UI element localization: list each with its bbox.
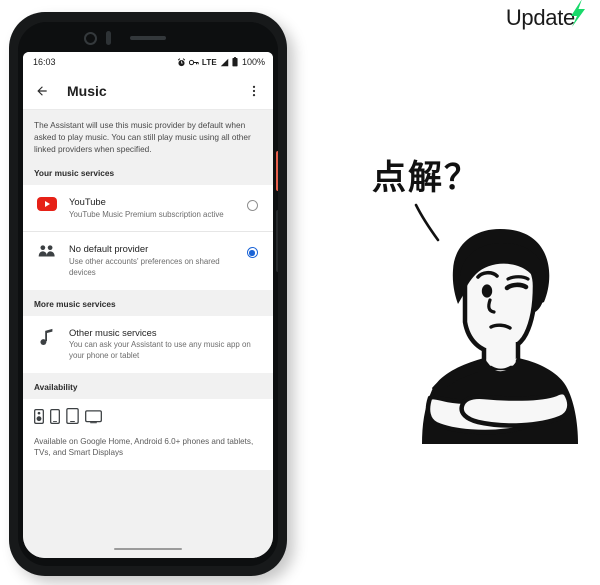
list-item-title: Other music services xyxy=(69,326,157,338)
app-toolbar: Music xyxy=(23,72,273,110)
more-music-services-card: Other music services You can ask your As… xyxy=(23,315,273,373)
list-item-no-default-provider[interactable]: No default provider Use other accounts' … xyxy=(23,232,273,290)
list-item-text: No default provider Use other accounts' … xyxy=(60,243,242,278)
people-group-icon xyxy=(34,243,60,258)
list-item-subtitle: YouTube Music Premium subscription activ… xyxy=(69,209,224,219)
youtube-icon xyxy=(34,196,60,212)
lightning-bolt-icon xyxy=(566,0,588,33)
phone-bezel: 16:03 LTE 100% Music The Assistant will … xyxy=(18,22,278,566)
description-block: The Assistant will use this music provid… xyxy=(23,110,273,160)
volume-rocker-button[interactable] xyxy=(276,210,278,272)
earpiece-speaker-icon xyxy=(130,36,166,40)
status-clock: 16:03 xyxy=(33,57,56,67)
radio-no-default-provider[interactable] xyxy=(242,243,262,259)
your-music-services-card: YouTube YouTube Music Premium subscripti… xyxy=(23,185,273,290)
alarm-icon xyxy=(177,57,186,67)
list-item-title: YouTube xyxy=(69,196,106,208)
phone-top-hardware xyxy=(18,22,278,52)
phone-device-mockup: 16:03 LTE 100% Music The Assistant will … xyxy=(9,12,287,576)
availability-text: Available on Google Home, Android 6.0+ p… xyxy=(34,436,254,458)
screenshot-root: Update 16:03 LTE 100% Music The Assistan… xyxy=(0,0,600,585)
smart-speaker-icon xyxy=(34,408,44,429)
skeptical-person-illustration xyxy=(408,222,593,452)
proximity-sensor-icon xyxy=(106,31,111,45)
section-header-more-music-services: More music services xyxy=(23,289,273,316)
radio-youtube[interactable] xyxy=(242,196,262,212)
update-watermark: Update xyxy=(505,0,588,33)
music-note-icon xyxy=(34,327,60,346)
list-item-subtitle: You can ask your Assistant to use any mu… xyxy=(69,340,251,360)
annotation-question-text: 点解？ xyxy=(372,158,480,198)
availability-device-icons xyxy=(34,407,262,429)
section-header-your-music-services: Your music services xyxy=(23,159,273,186)
update-watermark-label: Update xyxy=(505,4,575,30)
page-title: Music xyxy=(67,82,107,99)
list-item-subtitle: Use other accounts' preferences on share… xyxy=(69,257,220,277)
availability-card: Available on Google Home, Android 6.0+ p… xyxy=(23,398,273,471)
section-header-availability: Availability xyxy=(23,372,273,399)
tablet-icon xyxy=(66,407,79,429)
home-gesture-pill[interactable] xyxy=(23,547,273,550)
battery-icon xyxy=(232,57,238,67)
front-camera-icon xyxy=(84,32,97,45)
settings-content[interactable]: The Assistant will use this music provid… xyxy=(23,110,273,558)
vpn-key-icon xyxy=(188,59,199,66)
list-item-youtube[interactable]: YouTube YouTube Music Premium subscripti… xyxy=(23,185,273,232)
phone-screen: 16:03 LTE 100% Music The Assistant will … xyxy=(23,52,273,558)
description-text: The Assistant will use this music provid… xyxy=(34,120,251,155)
list-item-other-music-services[interactable]: Other music services You can ask your As… xyxy=(23,315,273,373)
power-button[interactable] xyxy=(276,151,278,191)
network-type-label: LTE xyxy=(201,57,217,67)
signal-bars-icon xyxy=(220,58,229,67)
battery-percent-label: 100% xyxy=(241,57,265,67)
tv-icon xyxy=(85,409,102,429)
more-vert-icon[interactable] xyxy=(243,80,265,102)
list-item-title: No default provider xyxy=(69,243,149,255)
arrow-back-icon[interactable] xyxy=(31,80,53,102)
phone-icon xyxy=(50,408,60,429)
list-item-text: YouTube YouTube Music Premium subscripti… xyxy=(60,196,242,220)
android-status-bar: 16:03 LTE 100% xyxy=(23,52,273,72)
status-icon-tray: LTE 100% xyxy=(177,57,265,67)
list-item-text: Other music services You can ask your As… xyxy=(60,327,262,362)
